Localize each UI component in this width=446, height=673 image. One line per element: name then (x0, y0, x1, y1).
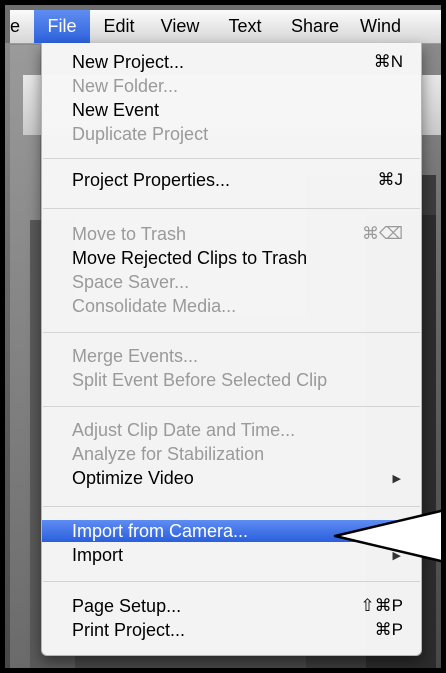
menu-item-move-rejected-clips[interactable]: Move Rejected Clips to Trash (42, 247, 421, 269)
menu-item-label: New Project... (72, 51, 185, 72)
menu-separator (43, 506, 420, 507)
menu-item-shortcut: ⌘N (373, 52, 403, 71)
menu-window[interactable]: Wind (352, 10, 441, 43)
menu-file[interactable]: File (34, 10, 90, 43)
menu-item-label: Print Project... (72, 619, 186, 640)
menu-separator (43, 158, 420, 159)
menu-share-label: Share (290, 16, 340, 36)
menu-item-shortcut: ⌘⌫ (361, 224, 403, 243)
menu-item-label: Consolidate Media... (72, 295, 237, 316)
menu-item-duplicate-project[interactable]: Duplicate Project (42, 123, 421, 145)
submenu-arrow-icon: ▶ (392, 549, 401, 562)
menu-item-label: Project Properties... (72, 169, 231, 190)
menu-item-import-from-camera[interactable]: Import from Camera... ⌘I (42, 520, 421, 542)
menu-separator (43, 208, 420, 209)
menu-item-consolidate-media[interactable]: Consolidate Media... (42, 295, 421, 317)
menu-item-label: Move to Trash (72, 223, 187, 244)
menu-window-label: Wind (360, 16, 402, 36)
menu-item-new-event[interactable]: New Event (42, 99, 421, 121)
menu-item-shortcut: ⌘I (381, 521, 403, 540)
menu-item-optimize-video[interactable]: Optimize Video ▶ (42, 467, 421, 489)
menu-item-page-setup[interactable]: Page Setup... ⇧⌘P (42, 595, 421, 617)
menu-item-import[interactable]: Import ▶ (42, 544, 421, 566)
menu-item-new-project[interactable]: New Project... ⌘N (42, 51, 421, 73)
file-menu-dropdown: New Project... ⌘N New Folder... New Even… (41, 43, 422, 656)
menu-view-label: View (160, 16, 200, 36)
menu-item-label: Duplicate Project (72, 123, 209, 144)
menu-text-label: Text (228, 16, 262, 36)
menu-item-new-folder[interactable]: New Folder... (42, 75, 421, 97)
menu-item-label: Move Rejected Clips to Trash (72, 247, 308, 268)
menu-view[interactable]: View (148, 10, 212, 43)
menu-item-split-event[interactable]: Split Event Before Selected Clip (42, 369, 421, 391)
menu-item-label: Adjust Clip Date and Time... (72, 419, 296, 440)
menu-item-merge-events[interactable]: Merge Events... (42, 345, 421, 367)
menu-item-label: Analyze for Stabilization (72, 443, 265, 464)
screenshot-frame: e File Edit View Text Share Wind New Pro… (0, 0, 446, 673)
menu-edit-label: Edit (103, 16, 135, 36)
menu-edit[interactable]: Edit (90, 10, 148, 43)
menu-item-adjust-clip-date[interactable]: Adjust Clip Date and Time... (42, 419, 421, 441)
menu-item-shortcut: ⌘J (377, 170, 404, 189)
menu-file-label: File (47, 16, 77, 36)
menu-separator (43, 581, 420, 582)
menu-previous-partial[interactable]: e (10, 10, 34, 43)
menu-item-move-to-trash[interactable]: Move to Trash ⌘⌫ (42, 223, 421, 245)
menu-item-label: Optimize Video (72, 467, 194, 488)
menu-item-label: Import from Camera... (72, 520, 249, 541)
menu-separator (43, 332, 420, 333)
menu-bar: e File Edit View Text Share Wind (10, 10, 441, 44)
menu-text[interactable]: Text (212, 10, 278, 43)
menu-item-shortcut: ⌘P (374, 620, 403, 639)
menu-separator (43, 406, 420, 407)
menu-previous-label: e (10, 16, 21, 36)
menu-item-analyze-stabilization[interactable]: Analyze for Stabilization (42, 443, 421, 465)
menu-item-shortcut: ⇧⌘P (360, 596, 403, 615)
menu-item-label: Split Event Before Selected Clip (72, 369, 328, 390)
menu-item-print-project[interactable]: Print Project... ⌘P (42, 619, 421, 641)
submenu-arrow-icon: ▶ (392, 472, 401, 485)
menu-item-label: New Event (72, 99, 160, 120)
menu-share[interactable]: Share (278, 10, 352, 43)
menu-item-space-saver[interactable]: Space Saver... (42, 271, 421, 293)
menu-item-project-properties[interactable]: Project Properties... ⌘J (42, 169, 421, 191)
menu-item-label: Page Setup... (72, 595, 182, 616)
menu-item-label: Import (72, 544, 124, 565)
menu-item-label: Merge Events... (72, 345, 199, 366)
menu-item-label: Space Saver... (72, 271, 190, 292)
menu-item-label: New Folder... (72, 75, 179, 96)
